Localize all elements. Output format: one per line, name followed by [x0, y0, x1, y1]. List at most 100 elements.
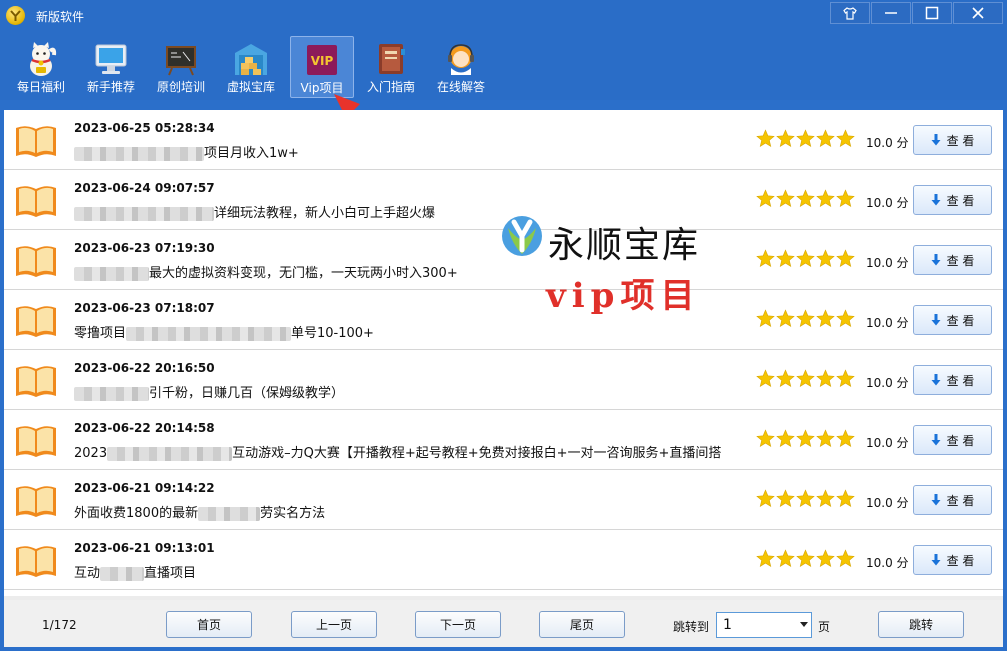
close-button[interactable]: [953, 2, 1003, 24]
brand-logo-icon: [502, 216, 542, 256]
redacted-text: [74, 206, 214, 221]
item-title-text: 项目月收入1w+: [204, 146, 299, 161]
star-icon: [816, 369, 835, 392]
redacted-text: [100, 566, 145, 581]
view-button[interactable]: 查 看: [913, 305, 992, 335]
tab-virtual-treasury[interactable]: 虚拟宝库: [219, 36, 283, 98]
item-title[interactable]: 项目月收入1w+: [74, 142, 299, 161]
skin-button[interactable]: [830, 2, 870, 24]
star-icon: [796, 549, 815, 572]
tab-label: 新手推荐: [86, 80, 135, 94]
title-bar: 新版软件: [0, 0, 1007, 32]
rating-stars: [756, 489, 855, 512]
view-button[interactable]: 查 看: [913, 545, 992, 575]
star-icon: [756, 189, 775, 212]
view-button[interactable]: 查 看: [913, 365, 992, 395]
monitor-icon: [93, 41, 129, 77]
star-icon: [836, 369, 855, 392]
page-unit-label: 页: [818, 620, 831, 634]
redacted-text: [107, 446, 233, 461]
download-arrow-icon: [931, 314, 941, 326]
warehouse-icon: [233, 41, 269, 77]
view-button[interactable]: 查 看: [913, 125, 992, 155]
page-indicator: 1/172: [42, 618, 77, 632]
item-title-text: 直播项目: [144, 566, 197, 581]
guide-book-icon: [373, 41, 409, 77]
view-button[interactable]: 查 看: [913, 425, 992, 455]
item-title[interactable]: 零撸项目 单号10-100+: [74, 322, 374, 341]
star-icon: [836, 189, 855, 212]
view-button-label: 查 看: [946, 493, 975, 508]
item-title[interactable]: 详细玩法教程，新人小白可上手超火爆: [74, 202, 435, 221]
star-icon: [776, 309, 795, 332]
item-title[interactable]: 2023 互动游戏–力Q大赛【开播教程+起号教程+免费对接报白+一对一咨询服务+直…: [74, 442, 721, 461]
item-score: 10.0 分: [866, 556, 909, 570]
item-title[interactable]: 引千粉，日赚几百（保姆级教学）: [74, 382, 344, 401]
vip-badge-text: VIP: [311, 54, 334, 68]
list-item[interactable]: 2023-06-25 05:28:34 项目月收入1w+ 10.0 分 查 看: [4, 110, 1003, 170]
star-icon: [756, 429, 775, 452]
tab-daily-welfare[interactable]: 每日福利: [9, 36, 73, 98]
star-icon: [756, 309, 775, 332]
item-title[interactable]: 最大的虚拟资料变现，无门槛，一天玩两小时入300+: [74, 262, 458, 281]
star-icon: [756, 249, 775, 272]
first-page-button[interactable]: 首页: [166, 611, 252, 638]
rating-stars: [756, 189, 855, 212]
item-date: 2023-06-24 09:07:57: [74, 181, 215, 195]
jump-button[interactable]: 跳转: [878, 611, 964, 638]
view-button[interactable]: 查 看: [913, 485, 992, 515]
book-icon: [14, 424, 58, 458]
tab-original-training[interactable]: 原创培训: [149, 36, 213, 98]
tab-online-answer[interactable]: 在线解答: [429, 36, 493, 98]
star-icon: [756, 369, 775, 392]
star-icon: [776, 549, 795, 572]
jump-page-select[interactable]: 1: [716, 612, 812, 638]
minimize-button[interactable]: [871, 2, 911, 24]
item-score: 10.0 分: [866, 496, 909, 510]
list-item[interactable]: 2023-06-22 20:16:50 引千粉，日赚几百（保姆级教学） 10.0 分…: [4, 350, 1003, 410]
star-icon: [836, 549, 855, 572]
next-page-button[interactable]: 下一页: [415, 611, 501, 638]
jump-label: 跳转到: [673, 620, 710, 634]
view-button[interactable]: 查 看: [913, 185, 992, 215]
tab-label: 原创培训: [156, 80, 205, 94]
star-icon: [776, 189, 795, 212]
view-button-label: 查 看: [946, 433, 975, 448]
item-title-prefix: 外面收费1800的最新: [74, 506, 199, 521]
view-button-label: 查 看: [946, 373, 975, 388]
last-page-button[interactable]: 尾页: [539, 611, 625, 638]
tab-vip-project[interactable]: VIP Vip项目: [290, 36, 354, 98]
item-date: 2023-06-23 07:18:07: [74, 301, 215, 315]
list-item[interactable]: 2023-06-21 09:13:01 互动 直播项目 10.0 分 查 看: [4, 530, 1003, 590]
app-logo-icon: [6, 6, 25, 25]
item-title-text: 最大的虚拟资料变现，无门槛，一天玩两小时入300+: [149, 266, 458, 281]
tab-getting-started[interactable]: 入门指南: [359, 36, 423, 98]
book-icon: [14, 244, 58, 278]
list-item[interactable]: 2023-06-22 20:14:58 2023 互动游戏–力Q大赛【开播教程+起号…: [4, 410, 1003, 470]
maximize-icon: [925, 6, 939, 20]
prev-page-button[interactable]: 上一页: [291, 611, 377, 638]
rating-stars: [756, 129, 855, 152]
book-icon: [14, 184, 58, 218]
item-score: 10.0 分: [866, 136, 909, 150]
item-title-prefix: 互动: [74, 566, 101, 581]
item-title-text: 单号10-100+: [291, 326, 374, 341]
star-icon: [776, 249, 795, 272]
book-icon: [14, 484, 58, 518]
item-title-text: 劳实名方法: [260, 506, 326, 521]
item-score: 10.0 分: [866, 316, 909, 330]
project-list: 2023-06-25 05:28:34 项目月收入1w+ 10.0 分查 看 2023…: [4, 110, 1003, 596]
view-button-label: 查 看: [946, 193, 975, 208]
item-date: 2023-06-23 07:19:30: [74, 241, 215, 255]
redacted-text: [74, 146, 204, 161]
book-icon: [14, 544, 58, 578]
list-item[interactable]: 2023-06-21 09:14:22 外面收费1800的最新 劳实名方法 10.0 …: [4, 470, 1003, 530]
item-title[interactable]: 外面收费1800的最新 劳实名方法: [74, 502, 325, 521]
lucky-cat-icon: [23, 41, 59, 77]
item-date: 2023-06-21 09:14:22: [74, 481, 215, 495]
item-title[interactable]: 互动 直播项目: [74, 562, 196, 581]
maximize-button[interactable]: [912, 2, 952, 24]
item-score: 10.0 分: [866, 196, 909, 210]
view-button[interactable]: 查 看: [913, 245, 992, 275]
tab-beginner-recommend[interactable]: 新手推荐: [79, 36, 143, 98]
